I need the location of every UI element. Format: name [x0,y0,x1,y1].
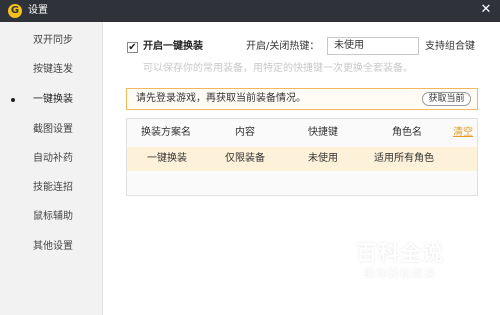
table-row[interactable]: 一键换装 仅限装备 未使用 适用所有角色 [127,147,477,171]
sidebar-item-label: 技能连招 [33,182,73,193]
hotkey-label: 开启/关闭热键： [246,41,320,52]
sidebar-item-label: 自动补药 [33,153,73,164]
sidebar-item-auto-potion[interactable]: 自动补药 [0,148,103,170]
column-header-role: 角色名 [392,127,422,138]
enable-checkbox[interactable]: ✔ [127,42,138,53]
cell-role: 适用所有角色 [374,153,434,164]
watermark-title: 百科全说 [356,241,444,265]
sidebar: 双开同步 按键连发 一键换装 截图设置 自动补药 技能连招 鼠标辅助 其他设置 [0,22,103,315]
sidebar-item-dual-sync[interactable]: 双开同步 [0,30,103,52]
sidebar-item-label: 一键换装 [33,94,73,105]
sidebar-item-key-repeat[interactable]: 按键连发 [0,59,103,81]
sidebar-item-other[interactable]: 其他设置 [0,236,103,258]
table-header: 换装方案名 内容 快捷键 角色名 清空 [127,119,477,146]
sidebar-item-label: 截图设置 [33,124,73,135]
equip-scheme-table: 换装方案名 内容 快捷键 角色名 清空 一键换装 仅限装备 未使用 适用所有角色 [126,118,478,196]
sidebar-item-label: 鼠标辅助 [33,211,73,222]
close-icon[interactable]: ✕ [478,2,494,18]
enable-checkbox-label[interactable]: 开启一键换装 [143,40,203,54]
clear-link[interactable]: 清空 [453,126,473,140]
sidebar-item-screenshot[interactable]: 截图设置 [0,119,103,141]
column-header-hotkey: 快捷键 [308,127,338,138]
title-bar: G 设置 ✕ [0,0,500,22]
sidebar-item-quick-equip[interactable]: 一键换装 [0,89,103,111]
cell-hotkey: 未使用 [308,153,338,164]
login-notice: 请先登录游戏，再获取当前装备情况。 获取当前 [126,88,478,110]
app-logo-icon: G [8,4,22,18]
watermark: 百科全说 助你轻松解决 [346,240,454,288]
watermark-subtitle: 助你轻松解决 [364,267,436,280]
hotkey-note: 支持组合键 [425,41,475,52]
column-header-content: 内容 [235,127,255,138]
column-header-scheme: 换装方案名 [141,127,191,138]
sidebar-item-label: 按键连发 [33,64,73,75]
sidebar-item-label: 其他设置 [33,241,73,252]
notice-text: 请先登录游戏，再获取当前装备情况。 [136,93,306,104]
sidebar-item-skill-combo[interactable]: 技能连招 [0,177,103,199]
active-dot-icon [11,98,15,102]
sidebar-item-mouse-assist[interactable]: 鼠标辅助 [0,206,103,228]
cell-scheme: 一键换装 [147,153,187,164]
description-hint: 可以保存你的常用装备，用特定的快捷键一次更换全套装备。 [143,63,413,74]
hotkey-input[interactable]: 未使用 [327,37,419,55]
cell-content: 仅限装备 [225,153,265,164]
window-title: 设置 [28,5,48,16]
fetch-current-button[interactable]: 获取当前 [422,92,471,106]
sidebar-item-label: 双开同步 [33,35,73,46]
